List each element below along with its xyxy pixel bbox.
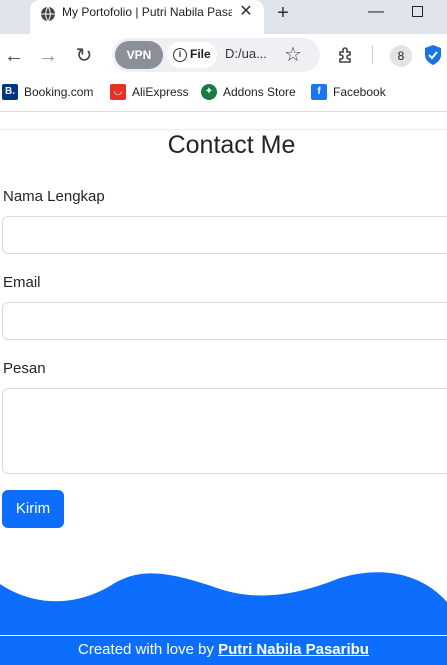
site-info-chip[interactable]: i File (167, 42, 217, 68)
toolbar-separator (372, 46, 373, 64)
browser-chrome: My Portofolio | Putri Nabila Pasaribu ✕ … (0, 0, 447, 112)
footer: Created with love by Putri Nabila Pasari… (0, 635, 447, 665)
reload-icon[interactable]: ↻ (70, 42, 98, 70)
facebook-icon: f (311, 84, 327, 100)
name-label: Nama Lengkap (3, 188, 105, 205)
bookmark-label: Facebook (333, 85, 386, 99)
footer-prefix: Created with love by (78, 641, 219, 658)
aliexpress-icon: ◡ (110, 84, 126, 100)
new-tab-button[interactable]: + (272, 2, 294, 24)
page-title: Contact Me (167, 131, 296, 159)
back-arrow-icon[interactable]: ← (0, 42, 28, 70)
site-info-label: File (190, 47, 211, 61)
forward-arrow-icon[interactable]: → (34, 42, 62, 70)
message-textarea[interactable] (2, 388, 447, 474)
bookmark-booking[interactable]: B. Booking.com (2, 84, 93, 104)
bookmark-star-icon[interactable]: ☆ (284, 42, 302, 67)
close-tab-icon[interactable]: ✕ (236, 2, 256, 22)
name-input[interactable] (2, 216, 447, 254)
bookmark-label: Addons Store (223, 85, 296, 99)
message-label: Pesan (3, 360, 46, 377)
address-bar[interactable]: VPN i File D:/ua... ☆ (112, 38, 320, 72)
globe-icon (41, 6, 55, 22)
info-icon: i (173, 48, 187, 62)
footer-wave (0, 572, 447, 637)
bookmark-label: AliExpress (132, 85, 189, 99)
bookmark-addons-store[interactable]: ✦ Addons Store (201, 84, 296, 104)
bookmark-label: Booking.com (24, 85, 94, 99)
url-text[interactable]: D:/ua... (225, 46, 267, 61)
booking-icon: B. (2, 84, 18, 100)
divider (0, 129, 447, 130)
tab-title: My Portofolio | Putri Nabila Pasaribu (62, 5, 232, 19)
vpn-badge[interactable]: VPN (115, 41, 163, 69)
author-link[interactable]: Putri Nabila Pasaribu (218, 641, 369, 658)
email-label: Email (3, 274, 41, 291)
submit-button[interactable]: Kirim (2, 490, 64, 528)
page-content: Contact Me Nama Lengkap Email Pesan Kiri… (0, 112, 447, 665)
maximize-icon[interactable] (412, 6, 423, 17)
bookmark-facebook[interactable]: f Facebook (311, 84, 386, 104)
bookmark-aliexpress[interactable]: ◡ AliExpress (110, 84, 189, 104)
active-tab[interactable]: My Portofolio | Putri Nabila Pasaribu ✕ (30, 0, 264, 34)
extensions-puzzle-icon[interactable] (336, 45, 356, 65)
addons-store-icon: ✦ (201, 84, 217, 100)
profile-avatar-icon[interactable]: 8 (390, 45, 412, 67)
bookmarks-bar: B. Booking.com ◡ AliExpress ✦ Addons Store … (0, 78, 447, 112)
tab-strip: My Portofolio | Putri Nabila Pasaribu ✕ … (0, 0, 447, 34)
minimize-icon[interactable]: — (364, 2, 388, 22)
email-input[interactable] (2, 302, 447, 340)
shield-check-icon[interactable] (424, 44, 442, 66)
